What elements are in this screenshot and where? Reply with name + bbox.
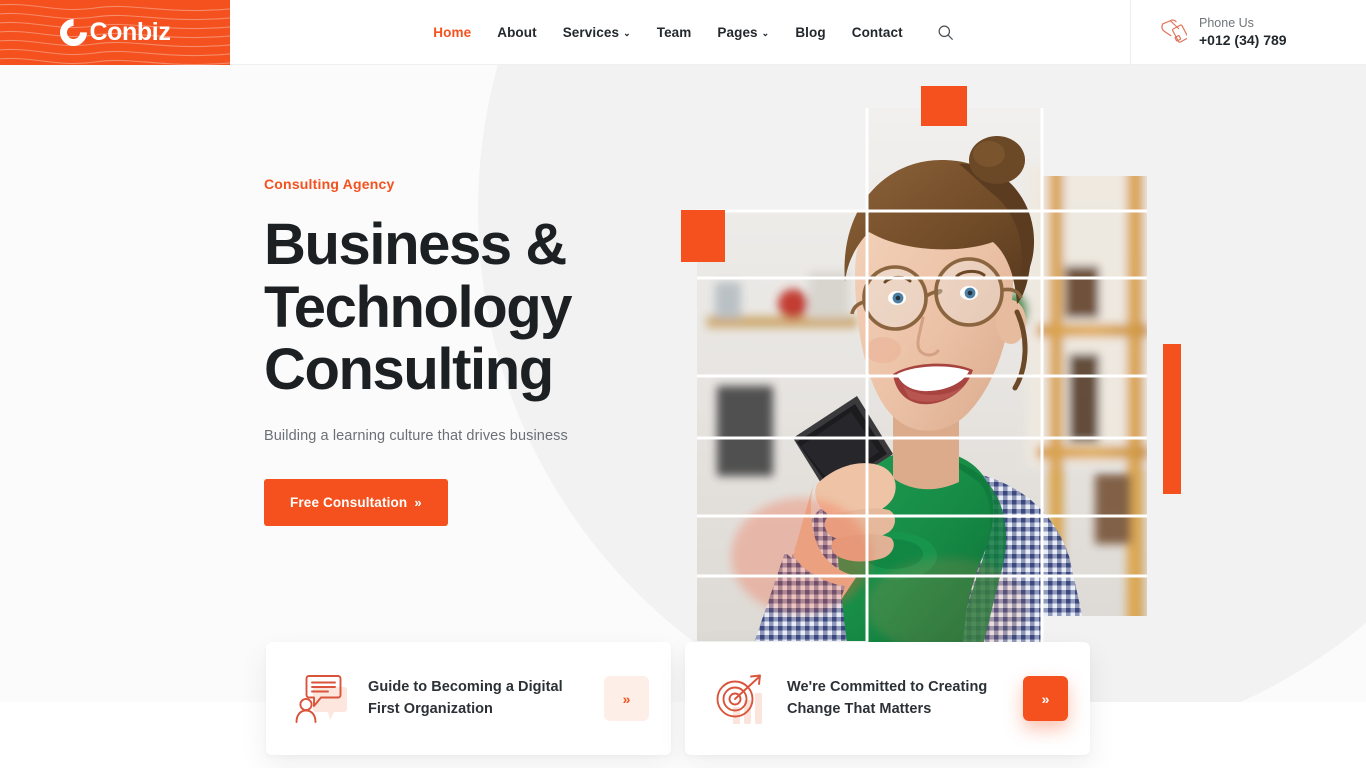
accent-square-top [921, 86, 967, 126]
phone-contact-block[interactable]: Phone Us +012 (34) 789 [1130, 0, 1366, 65]
phone-number: +012 (34) 789 [1199, 32, 1287, 49]
main-navigation: Home About Services ⌄ Team Pages ⌄ Blog … [230, 0, 1130, 64]
cta-label: Free Consultation [290, 494, 408, 510]
hero-eyebrow: Consulting Agency [264, 176, 395, 192]
accent-bar-right [1163, 344, 1181, 494]
nav-item-contact[interactable]: Contact [852, 25, 903, 40]
feature-card-list: Guide to Becoming a Digital First Organi… [266, 642, 1090, 755]
nav-item-team[interactable]: Team [657, 25, 692, 40]
landing-page: Conbiz Home About Services ⌄ Team Pages … [0, 0, 1366, 768]
feature-card-title: Guide to Becoming a Digital First Organi… [368, 679, 563, 717]
nav-label-services: Services [562, 24, 620, 40]
page-title: Business & Technology Consulting [264, 212, 664, 403]
nav-item-home[interactable]: Home [433, 25, 471, 40]
nav-label-blog: Blog [795, 24, 826, 40]
nav-item-blog[interactable]: Blog [795, 25, 825, 40]
feature-card-arrow-button[interactable]: » [1023, 676, 1068, 721]
nav-item-about[interactable]: About [497, 25, 536, 40]
site-header: Conbiz Home About Services ⌄ Team Pages … [0, 0, 1366, 65]
free-consultation-button[interactable]: Free Consultation » [264, 478, 448, 526]
nav-label-contact: Contact [851, 24, 903, 40]
feature-card-title: We're Committed to Creating Change That … [787, 679, 988, 717]
logo-text: Conbiz [89, 18, 171, 46]
feature-card-arrow-button[interactable]: » [604, 676, 649, 721]
nav-item-services[interactable]: Services ⌄ [563, 25, 631, 40]
hero-title-line-3: Consulting [264, 337, 554, 403]
feature-card-digital-first[interactable]: Guide to Becoming a Digital First Organi… [266, 642, 671, 755]
double-chevron-right-icon: » [414, 494, 422, 510]
nav-label-home: Home [433, 24, 472, 40]
nav-label-pages: Pages [717, 24, 758, 40]
hero-title-line-2: Technology [264, 274, 573, 340]
nav-item-pages[interactable]: Pages ⌄ [717, 25, 769, 40]
accent-square-left [681, 210, 725, 262]
chevron-down-icon: ⌄ [761, 27, 770, 38]
nav-label-team: Team [656, 24, 692, 40]
hero-title-line-1: Business & [264, 212, 567, 277]
hand-holding-phone-icon [1159, 18, 1189, 48]
logo[interactable]: Conbiz [0, 0, 230, 65]
double-chevron-right-icon: » [622, 690, 631, 707]
hero-subtitle: Building a learning culture that drives … [264, 427, 568, 444]
double-chevron-right-icon: » [1041, 690, 1050, 707]
nav-label-about: About [497, 24, 537, 40]
feature-card-change-matters[interactable]: We're Committed to Creating Change That … [685, 642, 1090, 755]
chevron-down-icon: ⌄ [623, 27, 631, 38]
phone-label: Phone Us [1199, 15, 1254, 30]
target-arrow-icon [713, 673, 769, 725]
chat-person-icon [294, 673, 350, 725]
search-icon[interactable] [935, 21, 957, 43]
hero-image-mosaic [681, 86, 1181, 668]
logo-c-mark [53, 13, 93, 52]
hero-copy: Consulting Agency Business & Technology … [264, 176, 664, 526]
hero-photo [697, 108, 1147, 668]
